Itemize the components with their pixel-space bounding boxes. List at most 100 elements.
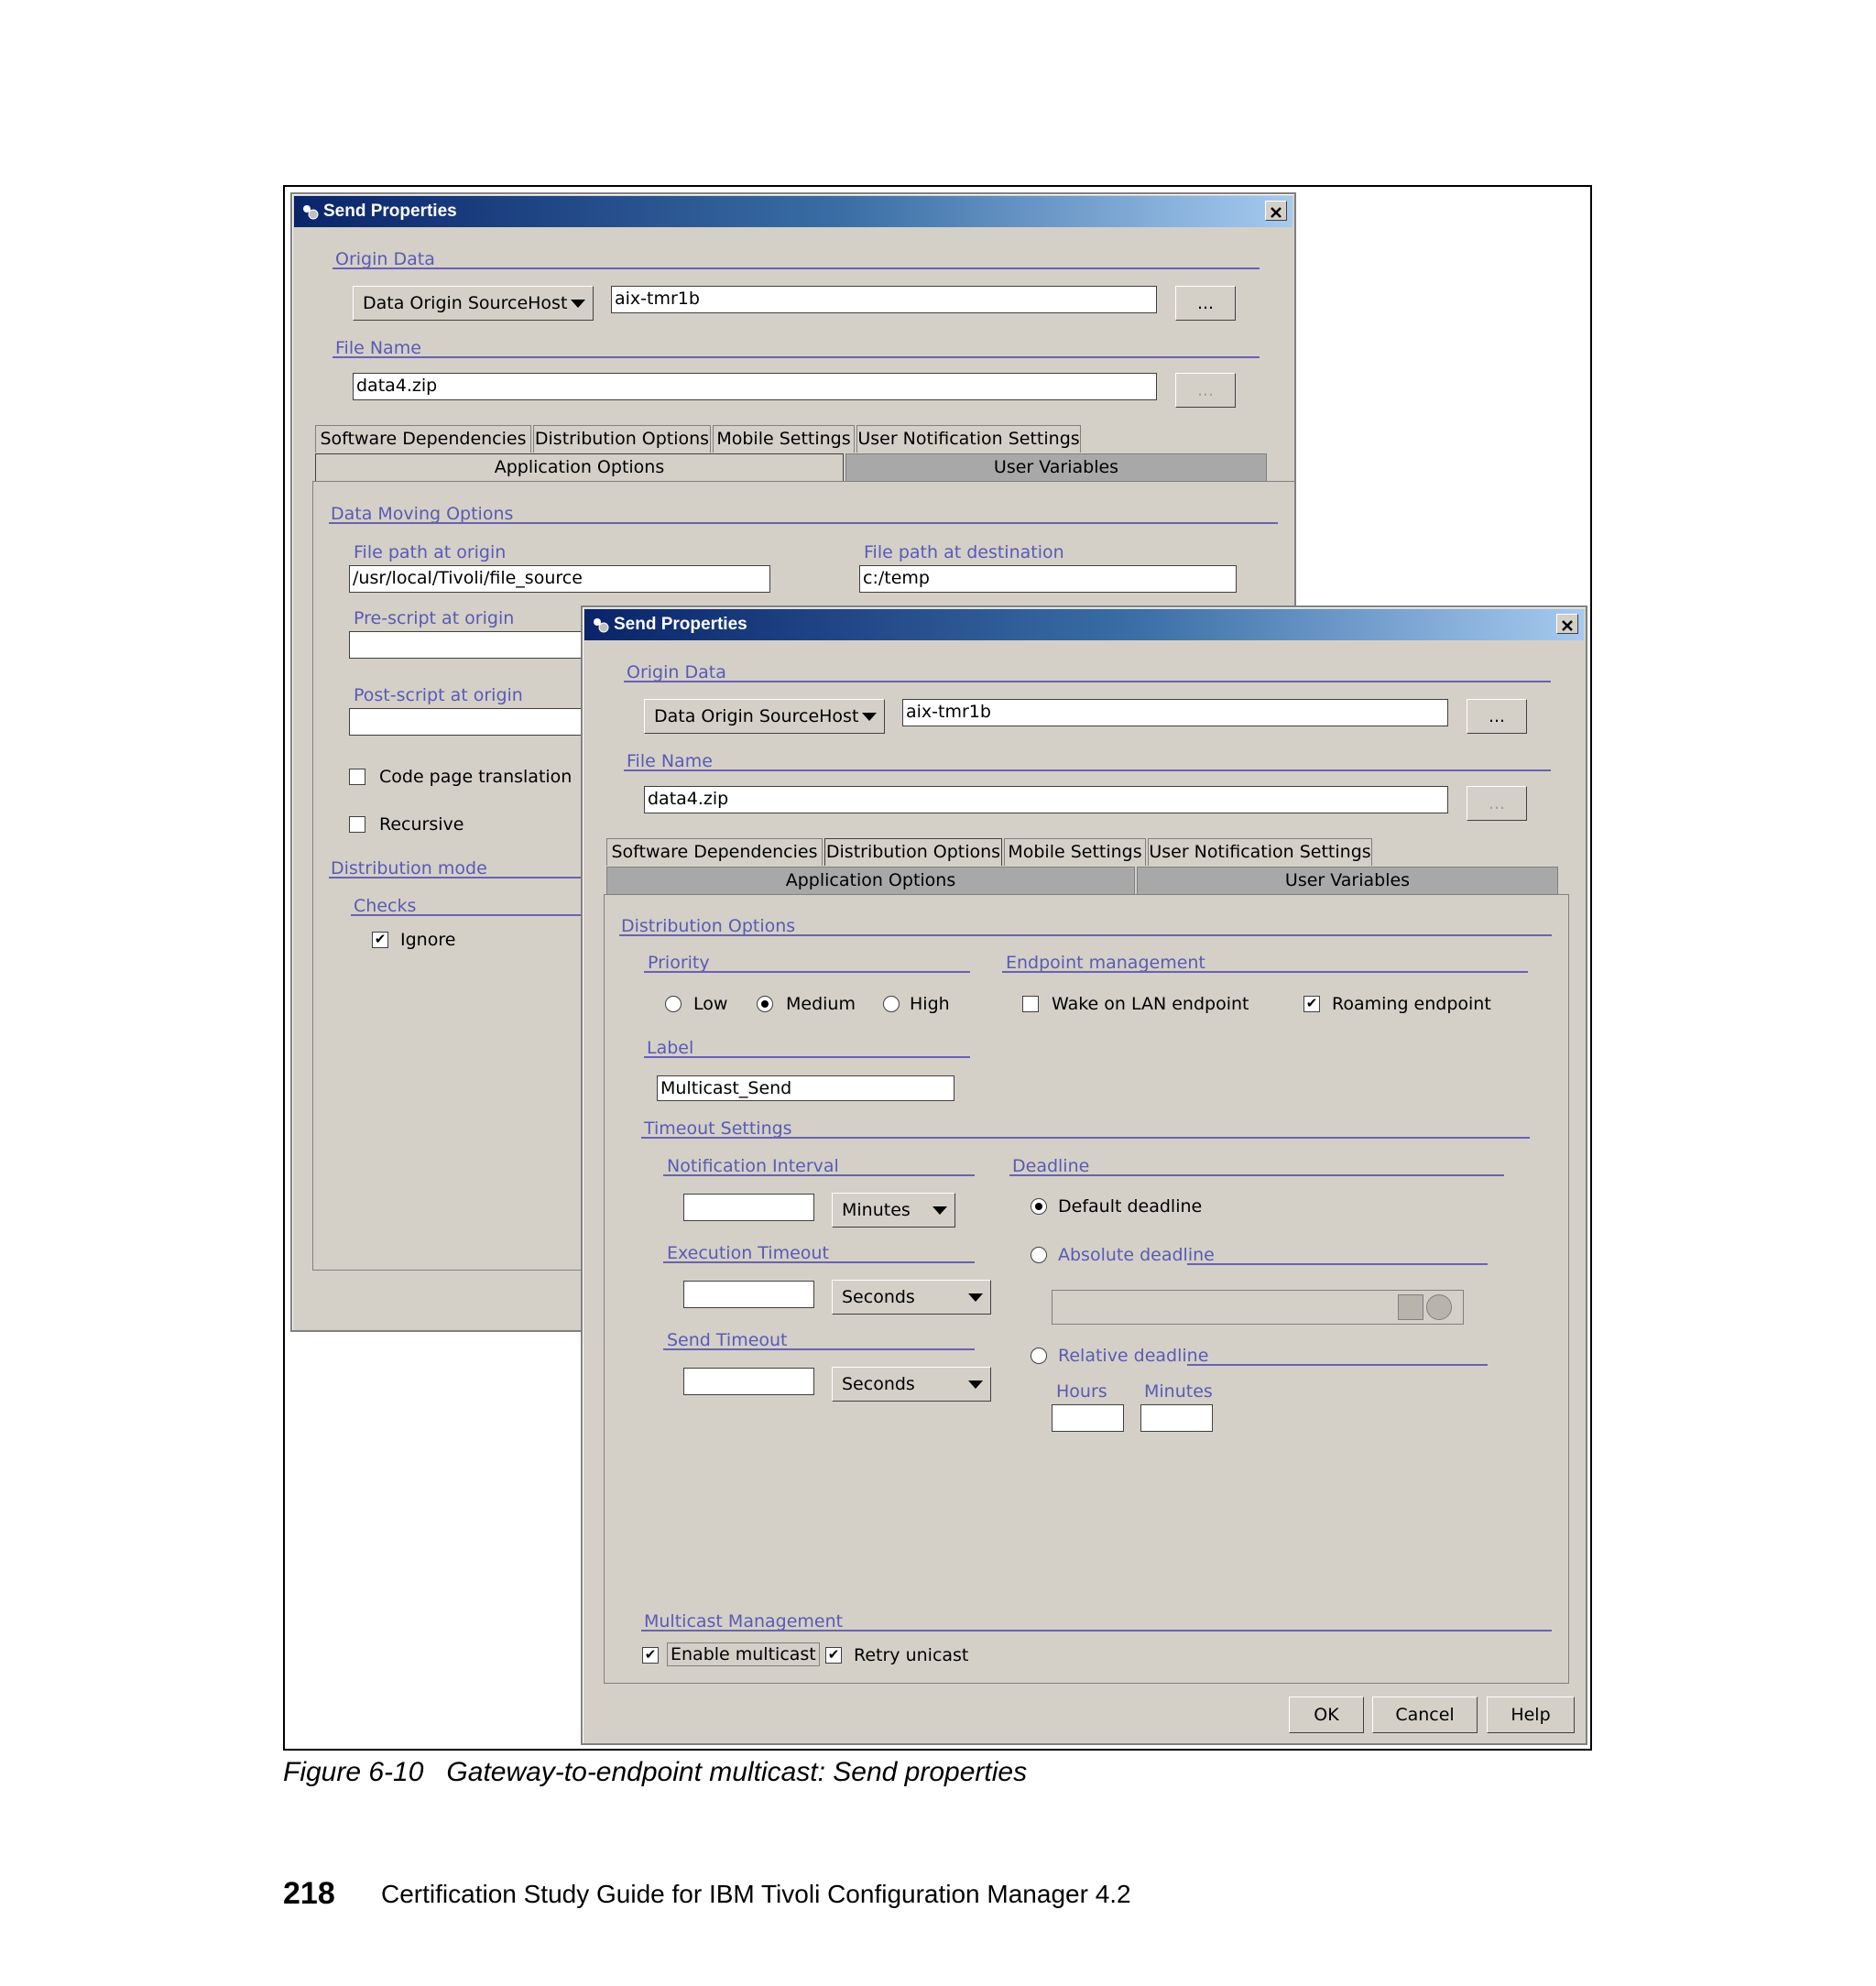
default-deadline-label: Default deadline	[1058, 1196, 1203, 1217]
combo-value: Data Origin SourceHost	[363, 293, 568, 313]
file-path-origin-input[interactable]: /usr/local/Tivoli/file_source	[349, 565, 770, 593]
back-tab-mobile-settings[interactable]: Mobile Settings	[713, 425, 855, 453]
back-origin-data-label: Origin Data	[335, 249, 435, 269]
notification-interval-input[interactable]	[683, 1194, 814, 1221]
separator	[644, 1056, 970, 1058]
relative-deadline-radio[interactable]	[1031, 1348, 1047, 1364]
front-send-properties-window: Send Properties Origin Data Data Origin …	[581, 606, 1587, 1745]
relative-deadline-label: Relative deadline	[1058, 1346, 1209, 1366]
retry-unicast-checkbox[interactable]: ✔	[825, 1647, 842, 1664]
file-browse-button[interactable]: ...	[1467, 786, 1527, 821]
separator	[663, 1348, 975, 1350]
priority-high-label: High	[910, 994, 950, 1014]
front-title-bar[interactable]: Send Properties	[584, 609, 1584, 640]
file-path-dest-input[interactable]: c:/temp	[859, 565, 1237, 593]
separator	[333, 267, 1260, 269]
default-deadline-radio[interactable]	[1031, 1198, 1047, 1215]
app-icon	[303, 205, 319, 220]
notification-unit-combo[interactable]: Minutes	[832, 1193, 955, 1228]
separator	[624, 769, 1551, 771]
combo-value: Minutes	[842, 1200, 911, 1220]
chevron-down-icon	[968, 1380, 983, 1389]
clock-icon[interactable]	[1426, 1294, 1452, 1320]
label-input[interactable]: Multicast_Send	[657, 1075, 954, 1101]
tab-mobile-settings[interactable]: Mobile Settings	[1004, 838, 1146, 866]
priority-high-radio[interactable]	[883, 996, 900, 1012]
absolute-deadline-label: Absolute deadline	[1058, 1245, 1215, 1265]
roaming-endpoint-label: Roaming endpoint	[1332, 994, 1491, 1014]
back-file-name-input[interactable]: data4.zip	[353, 373, 1157, 400]
tab-user-notification[interactable]: User Notification Settings	[1148, 838, 1372, 866]
tab-distribution-options[interactable]: Distribution Options	[824, 838, 1002, 866]
hours-label: Hours	[1056, 1381, 1107, 1402]
wake-on-lan-checkbox[interactable]	[1022, 996, 1039, 1012]
close-icon[interactable]	[1556, 614, 1578, 634]
send-timeout-label: Send Timeout	[667, 1330, 788, 1350]
priority-medium-label: Medium	[786, 994, 856, 1014]
priority-medium-radio[interactable]	[757, 996, 773, 1012]
enable-multicast-checkbox[interactable]: ✔	[642, 1647, 659, 1664]
back-tab-software-dependencies[interactable]: Software Dependencies	[315, 425, 531, 453]
retry-unicast-label: Retry unicast	[854, 1645, 969, 1665]
multicast-management-label: Multicast Management	[644, 1611, 844, 1631]
help-button[interactable]: Help	[1487, 1697, 1575, 1733]
data-moving-options-label: Data Moving Options	[331, 504, 514, 524]
origin-browse-button[interactable]: ...	[1467, 699, 1527, 734]
file-name-input[interactable]: data4.zip	[644, 786, 1448, 813]
hours-input[interactable]	[1052, 1404, 1124, 1432]
origin-data-label: Origin Data	[627, 662, 726, 682]
minutes-input[interactable]	[1140, 1404, 1213, 1432]
origin-input[interactable]: aix-tmr1b	[902, 699, 1448, 726]
file-path-dest-label: File path at destination	[864, 542, 1064, 562]
absolute-deadline-radio[interactable]	[1031, 1247, 1047, 1263]
separator	[1187, 1263, 1488, 1265]
front-window-title: Send Properties	[614, 615, 747, 634]
separator	[1187, 1364, 1488, 1366]
priority-low-radio[interactable]	[665, 996, 682, 1012]
cancel-button[interactable]: Cancel	[1372, 1697, 1478, 1733]
origin-combo[interactable]: Data Origin SourceHost	[644, 699, 885, 734]
send-timeout-input[interactable]	[683, 1368, 814, 1395]
back-tab-distribution-options[interactable]: Distribution Options	[533, 425, 711, 453]
tab-application-options[interactable]: Application Options	[606, 867, 1135, 894]
send-unit-combo[interactable]: Seconds	[832, 1367, 991, 1402]
back-origin-browse-button[interactable]: ...	[1175, 286, 1236, 321]
separator	[329, 522, 1278, 524]
combo-value: Seconds	[842, 1287, 915, 1307]
back-file-browse-button[interactable]: ...	[1175, 373, 1236, 408]
tab-user-variables[interactable]: User Variables	[1137, 867, 1558, 894]
back-window-title: Send Properties	[323, 202, 457, 221]
back-origin-combo[interactable]: Data Origin SourceHost	[353, 286, 594, 321]
separator	[663, 1174, 975, 1176]
execution-timeout-input[interactable]	[683, 1281, 814, 1308]
priority-low-label: Low	[693, 994, 728, 1014]
back-origin-input[interactable]: aix-tmr1b	[611, 286, 1157, 313]
file-path-origin-label: File path at origin	[354, 542, 507, 562]
tab-software-dependencies[interactable]: Software Dependencies	[606, 838, 823, 866]
priority-label: Priority	[648, 953, 710, 973]
separator	[619, 934, 1552, 936]
recursive-label: Recursive	[379, 814, 464, 835]
recursive-checkbox[interactable]	[349, 816, 365, 833]
back-tab-user-variables[interactable]: User Variables	[845, 453, 1267, 481]
chevron-down-icon	[571, 300, 585, 308]
figure-caption: Figure 6-10 Gateway-to-endpoint multicas…	[283, 1757, 1028, 1787]
back-tab-user-notification[interactable]: User Notification Settings	[856, 425, 1081, 453]
ok-button[interactable]: OK	[1289, 1697, 1364, 1733]
back-tab-application-options[interactable]: Application Options	[315, 453, 844, 481]
combo-value: Data Origin SourceHost	[654, 706, 859, 726]
page-number: 218	[283, 1876, 335, 1911]
ignore-checkbox[interactable]: ✔	[372, 932, 388, 948]
back-title-bar[interactable]: Send Properties	[294, 196, 1292, 227]
separator	[644, 971, 970, 973]
code-page-checkbox[interactable]	[349, 769, 365, 785]
execution-unit-combo[interactable]: Seconds	[832, 1280, 991, 1315]
calendar-icon[interactable]	[1398, 1294, 1423, 1320]
roaming-endpoint-checkbox[interactable]: ✔	[1303, 996, 1320, 1012]
code-page-label: Code page translation	[379, 767, 573, 787]
separator	[663, 1261, 975, 1263]
close-icon[interactable]	[1265, 201, 1287, 221]
chevron-down-icon	[862, 713, 877, 721]
chevron-down-icon	[933, 1206, 947, 1215]
prescript-label: Pre-script at origin	[354, 608, 515, 628]
